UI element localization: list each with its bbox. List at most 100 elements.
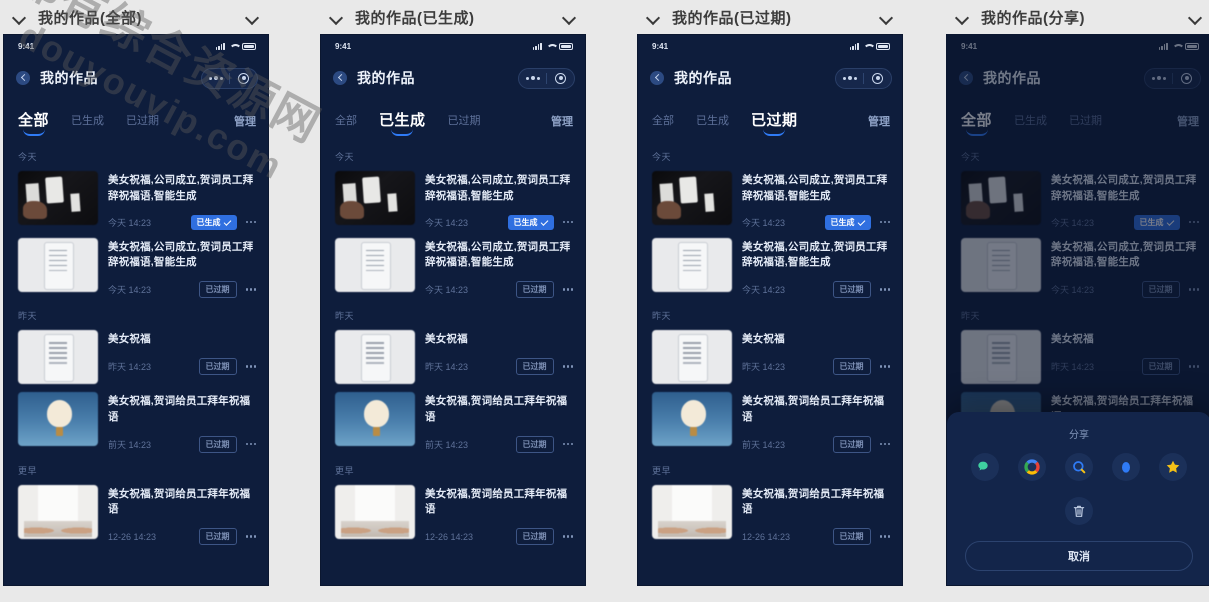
more-options-icon[interactable] bbox=[1188, 220, 1199, 224]
mini-program-capsule[interactable] bbox=[201, 67, 258, 89]
manage-button[interactable]: 管理 bbox=[234, 113, 256, 129]
target-circle-icon[interactable] bbox=[1173, 72, 1200, 84]
document-thumbnail[interactable] bbox=[18, 330, 98, 384]
chevron-down-icon[interactable] bbox=[647, 11, 660, 24]
manage-button[interactable]: 管理 bbox=[1177, 113, 1199, 129]
target-circle-icon[interactable] bbox=[547, 72, 574, 84]
list-item[interactable]: 美女祝福,公司成立,贺词员工拜辞祝福语,智能生成 今天 14:23 已过期 bbox=[321, 234, 585, 303]
list-item[interactable]: 美女祝福 昨天 14:23 已过期 bbox=[321, 326, 585, 388]
tab-已过期[interactable]: 已过期 bbox=[448, 112, 481, 131]
more-options-icon[interactable] bbox=[879, 365, 890, 368]
document-thumbnail[interactable] bbox=[961, 237, 1041, 292]
mini-program-capsule[interactable] bbox=[518, 67, 575, 89]
tab-全部[interactable]: 全部 bbox=[652, 112, 674, 131]
balloon-thumbnail[interactable] bbox=[18, 392, 98, 446]
balloon-thumbnail[interactable] bbox=[652, 392, 732, 446]
tab-已生成[interactable]: 已生成 bbox=[696, 112, 729, 131]
more-options-icon[interactable] bbox=[879, 220, 890, 224]
list-item[interactable]: 美女祝福,贺词给员工拜年祝福语前天 14:23 已过期 bbox=[4, 388, 268, 457]
room-thumbnail[interactable] bbox=[652, 484, 732, 539]
more-options-icon[interactable] bbox=[245, 535, 256, 538]
target-circle-icon[interactable] bbox=[230, 72, 257, 84]
multicolor-circle-share-icon[interactable] bbox=[1017, 453, 1046, 481]
back-arrow-icon[interactable] bbox=[16, 71, 30, 85]
list-item[interactable]: 美女祝福,贺词给员工拜年祝福语前天 14:23 已过期 bbox=[321, 388, 585, 457]
list-item[interactable]: 美女祝福,公司成立,贺词员工拜辞祝福语,智能生成 今天 14:23 已过期 bbox=[638, 234, 902, 303]
more-dots-icon[interactable] bbox=[836, 76, 863, 80]
trash-icon[interactable] bbox=[1065, 497, 1093, 525]
mini-program-capsule[interactable] bbox=[1144, 67, 1201, 89]
back-arrow-icon[interactable] bbox=[650, 71, 664, 85]
list-item[interactable]: 美女祝福 昨天 14:23 已过期 bbox=[947, 326, 1209, 388]
document-thumbnail[interactable] bbox=[335, 237, 415, 292]
more-options-icon[interactable] bbox=[1188, 365, 1199, 368]
tab-已生成[interactable]: 已生成 bbox=[71, 112, 104, 131]
mini-program-capsule[interactable] bbox=[835, 67, 892, 89]
manage-button[interactable]: 管理 bbox=[551, 113, 573, 129]
more-options-icon[interactable] bbox=[562, 442, 573, 446]
document-thumbnail[interactable] bbox=[335, 330, 415, 384]
tab-已生成[interactable]: 已生成 bbox=[379, 109, 426, 136]
playing-cards-thumbnail[interactable] bbox=[18, 171, 98, 225]
room-thumbnail[interactable] bbox=[18, 484, 98, 539]
wechat-share-icon[interactable] bbox=[970, 453, 999, 481]
more-options-icon[interactable] bbox=[562, 535, 573, 538]
document-thumbnail[interactable] bbox=[652, 330, 732, 384]
chevron-down-icon-right[interactable] bbox=[246, 11, 259, 24]
chevron-down-icon-right[interactable] bbox=[880, 11, 893, 24]
more-options-icon[interactable] bbox=[245, 365, 256, 368]
list-item[interactable]: 美女祝福,贺词给员工拜年祝福语 12-26 14:23 已过期 bbox=[638, 481, 902, 550]
more-dots-icon[interactable] bbox=[519, 76, 546, 80]
qq-browser-share-icon[interactable] bbox=[1064, 453, 1093, 481]
tab-已生成[interactable]: 已生成 bbox=[1014, 112, 1047, 131]
more-dots-icon[interactable] bbox=[1145, 76, 1172, 80]
more-options-icon[interactable] bbox=[562, 288, 573, 291]
back-arrow-icon[interactable] bbox=[959, 71, 973, 85]
tab-已过期[interactable]: 已过期 bbox=[1069, 112, 1102, 131]
tab-全部[interactable]: 全部 bbox=[335, 112, 357, 131]
tab-全部[interactable]: 全部 bbox=[18, 109, 49, 136]
document-thumbnail[interactable] bbox=[961, 330, 1041, 384]
list-item[interactable]: 美女祝福,公司成立,贺词员工拜辞祝福语,智能生成 今天 14:23 已生成 bbox=[4, 167, 268, 234]
more-options-icon[interactable] bbox=[1188, 288, 1199, 291]
tab-全部[interactable]: 全部 bbox=[961, 109, 992, 136]
chevron-down-icon-right[interactable] bbox=[563, 11, 576, 24]
more-options-icon[interactable] bbox=[562, 220, 573, 224]
manage-button[interactable]: 管理 bbox=[868, 113, 890, 129]
list-item[interactable]: 美女祝福,贺词给员工拜年祝福语 12-26 14:23 已过期 bbox=[4, 481, 268, 550]
more-dots-icon[interactable] bbox=[202, 76, 229, 80]
more-options-icon[interactable] bbox=[879, 288, 890, 291]
chevron-down-icon[interactable] bbox=[330, 11, 343, 24]
playing-cards-thumbnail[interactable] bbox=[961, 171, 1041, 225]
favorite-star-icon[interactable] bbox=[1159, 453, 1188, 481]
more-options-icon[interactable] bbox=[562, 365, 573, 368]
playing-cards-thumbnail[interactable] bbox=[335, 171, 415, 225]
back-arrow-icon[interactable] bbox=[333, 71, 347, 85]
chevron-down-icon[interactable] bbox=[13, 11, 26, 24]
chevron-down-icon[interactable] bbox=[956, 11, 969, 24]
document-thumbnail[interactable] bbox=[652, 237, 732, 292]
more-options-icon[interactable] bbox=[245, 442, 256, 446]
list-item[interactable]: 美女祝福,公司成立,贺词员工拜辞祝福语,智能生成 今天 14:23 已过期 bbox=[4, 234, 268, 303]
playing-cards-thumbnail[interactable] bbox=[652, 171, 732, 225]
document-thumbnail[interactable] bbox=[18, 237, 98, 292]
balloon-thumbnail[interactable] bbox=[335, 392, 415, 446]
room-thumbnail[interactable] bbox=[335, 484, 415, 539]
more-options-icon[interactable] bbox=[879, 442, 890, 446]
qq-share-icon[interactable] bbox=[1112, 453, 1141, 481]
tab-已过期[interactable]: 已过期 bbox=[126, 112, 159, 131]
list-item[interactable]: 美女祝福,贺词给员工拜年祝福语 12-26 14:23 已过期 bbox=[321, 481, 585, 550]
chevron-down-icon-right[interactable] bbox=[1189, 11, 1202, 24]
cancel-button[interactable]: 取消 bbox=[965, 541, 1193, 571]
tab-已过期[interactable]: 已过期 bbox=[751, 109, 798, 136]
more-options-icon[interactable] bbox=[245, 288, 256, 291]
target-circle-icon[interactable] bbox=[864, 72, 891, 84]
more-options-icon[interactable] bbox=[879, 535, 890, 538]
more-options-icon[interactable] bbox=[245, 220, 256, 224]
list-item[interactable]: 美女祝福,公司成立,贺词员工拜辞祝福语,智能生成 今天 14:23 已生成 bbox=[321, 167, 585, 234]
list-item[interactable]: 美女祝福,公司成立,贺词员工拜辞祝福语,智能生成 今天 14:23 已过期 bbox=[947, 234, 1209, 303]
list-item[interactable]: 美女祝福,公司成立,贺词员工拜辞祝福语,智能生成 今天 14:23 已生成 bbox=[638, 167, 902, 234]
list-item[interactable]: 美女祝福 昨天 14:23 已过期 bbox=[4, 326, 268, 388]
list-item[interactable]: 美女祝福,公司成立,贺词员工拜辞祝福语,智能生成 今天 14:23 已生成 bbox=[947, 167, 1209, 234]
list-item[interactable]: 美女祝福,贺词给员工拜年祝福语前天 14:23 已过期 bbox=[638, 388, 902, 457]
